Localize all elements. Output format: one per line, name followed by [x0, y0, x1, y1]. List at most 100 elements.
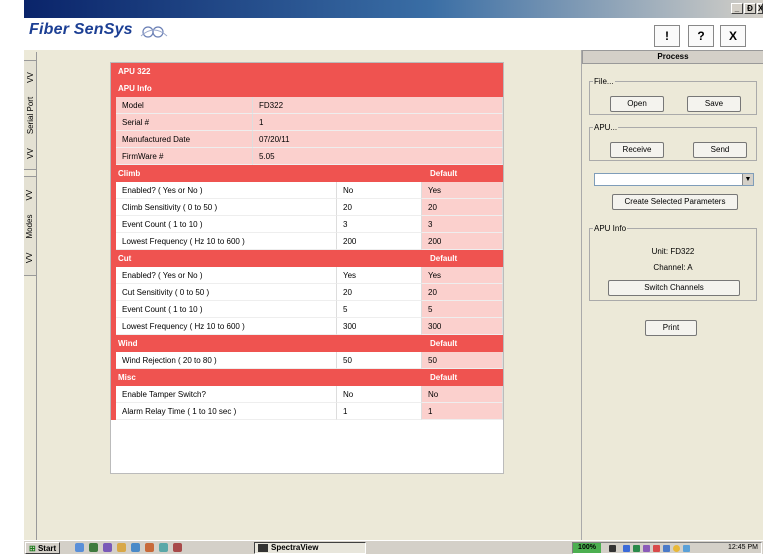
- channel-text: Channel: A: [653, 263, 693, 272]
- table-row: Cut Sensitivity ( 0 to 50 ) 20 20: [111, 284, 503, 301]
- quicklaunch-app-icon[interactable]: [145, 543, 154, 552]
- tray-icon[interactable]: [673, 545, 680, 552]
- default-header: Default: [430, 373, 458, 382]
- param-default: 300: [422, 318, 503, 335]
- info-label: Manufactured Date: [116, 131, 253, 148]
- info-value: FD322: [253, 97, 503, 114]
- serial-tab-arrows-left: VV: [25, 147, 35, 159]
- receive-button[interactable]: Receive: [610, 142, 664, 158]
- taskbar-item-label: SpectraView: [271, 543, 319, 552]
- info-value: 07/20/11: [253, 131, 503, 148]
- param-label: Lowest Frequency ( Hz 10 to 600 ): [116, 233, 337, 250]
- process-panel: Process File... Open Save APU... Receive…: [581, 50, 763, 540]
- modes-tab-arrows-right: VV: [25, 189, 35, 200]
- default-header: Default: [430, 254, 458, 263]
- param-label: Lowest Frequency ( Hz 10 to 600 ): [116, 318, 337, 335]
- quicklaunch-app-icon[interactable]: [159, 543, 168, 552]
- table-row: Enable Tamper Switch? No No: [111, 386, 503, 403]
- info-label: Model: [116, 97, 253, 114]
- info-label: FirmWare #: [116, 148, 253, 165]
- table-row: Alarm Relay Time ( 1 to 10 sec ) 1 1: [111, 403, 503, 420]
- param-value-field[interactable]: Yes: [337, 267, 422, 284]
- tray-icon[interactable]: [683, 545, 690, 552]
- save-button[interactable]: Save: [687, 96, 741, 112]
- param-value-field[interactable]: 200: [337, 233, 422, 250]
- param-value-field[interactable]: No: [337, 182, 422, 199]
- info-value: 5.05: [253, 148, 503, 165]
- param-default: 20: [422, 284, 503, 301]
- info-label: Serial #: [116, 114, 253, 131]
- taskbar-item-spectraview[interactable]: SpectraView: [254, 542, 366, 554]
- exit-button[interactable]: X: [720, 25, 746, 47]
- tab-serial-port[interactable]: VV Serial Port VV: [24, 60, 37, 170]
- tray-icon[interactable]: [653, 545, 660, 552]
- param-value-field[interactable]: 20: [337, 284, 422, 301]
- param-label: Event Count ( 1 to 10 ): [116, 216, 337, 233]
- file-group-legend: File...: [594, 77, 614, 86]
- quicklaunch-app-icon[interactable]: [89, 543, 98, 552]
- param-default: Yes: [422, 267, 503, 284]
- create-selected-parameters-button[interactable]: Create Selected Parameters: [612, 194, 738, 210]
- zoom-indicator[interactable]: 100%: [573, 543, 601, 553]
- param-label: Enable Tamper Switch?: [116, 386, 337, 403]
- parameter-grid: APU 322 APU Info Model FD322 Serial # 1 Ma…: [110, 62, 504, 474]
- info-button[interactable]: !: [654, 25, 680, 47]
- table-row: Climb Sensitivity ( 0 to 50 ) 20 20: [111, 199, 503, 216]
- chevron-down-icon[interactable]: ▼: [742, 174, 753, 185]
- app-header: Fiber SenSys ! ? X: [24, 18, 763, 50]
- tray-icon[interactable]: [633, 545, 640, 552]
- quicklaunch-app-icon[interactable]: [173, 543, 182, 552]
- param-default: Yes: [422, 182, 503, 199]
- quicklaunch-app-icon[interactable]: [103, 543, 112, 552]
- param-label: Climb Sensitivity ( 0 to 50 ): [116, 199, 337, 216]
- quicklaunch-app-icon[interactable]: [131, 543, 140, 552]
- start-button[interactable]: ⊞ Start: [25, 542, 61, 554]
- param-default: 200: [422, 233, 503, 250]
- param-value-field[interactable]: 300: [337, 318, 422, 335]
- parameter-select[interactable]: ▼: [594, 173, 754, 186]
- param-default: 3: [422, 216, 503, 233]
- param-value-field[interactable]: 50: [337, 352, 422, 369]
- open-button[interactable]: Open: [610, 96, 664, 112]
- section-title: Misc: [118, 373, 136, 382]
- quicklaunch-ie-icon[interactable]: [75, 543, 84, 552]
- param-value-field[interactable]: 5: [337, 301, 422, 318]
- modes-tab-label: Modes: [25, 213, 35, 239]
- table-row: Enabled? ( Yes or No ) No Yes: [111, 182, 503, 199]
- help-button[interactable]: ?: [688, 25, 714, 47]
- tray-icon[interactable]: [623, 545, 630, 552]
- system-tray: 100% 12:45 PM: [572, 542, 762, 554]
- param-value-field[interactable]: No: [337, 386, 422, 403]
- section-title: Climb: [118, 169, 141, 178]
- param-label: Wind Rejection ( 20 to 80 ): [116, 352, 337, 369]
- default-header: Default: [430, 339, 458, 348]
- tray-icon[interactable]: [609, 545, 616, 552]
- unit-title: APU 322: [118, 67, 151, 76]
- tab-modes[interactable]: VV Modes VV: [24, 176, 37, 276]
- param-default: 20: [422, 199, 503, 216]
- param-value-field[interactable]: 3: [337, 216, 422, 233]
- param-value-field[interactable]: 20: [337, 199, 422, 216]
- apu-info-group: APU Info Unit: FD322 Channel: A Switch C…: [589, 224, 757, 301]
- table-row: Wind Rejection ( 20 to 80 ) 50 50: [111, 352, 503, 369]
- send-button[interactable]: Send: [693, 142, 747, 158]
- tray-icon[interactable]: [663, 545, 670, 552]
- switch-channels-button[interactable]: Switch Channels: [608, 280, 740, 296]
- unit-title-row: APU 322: [111, 63, 503, 80]
- minimize-button[interactable]: _: [731, 3, 743, 14]
- info-title: APU Info: [118, 84, 152, 93]
- print-button[interactable]: Print: [645, 320, 697, 336]
- tray-icon[interactable]: [643, 545, 650, 552]
- restore-button[interactable]: Ɖ: [744, 3, 756, 14]
- serial-tab-label: Serial Port: [25, 96, 35, 134]
- param-default: 50: [422, 352, 503, 369]
- quicklaunch-folder-icon[interactable]: [117, 543, 126, 552]
- apu-group: APU... Receive Send: [589, 123, 757, 161]
- file-group: File... Open Save: [589, 77, 757, 115]
- param-label: Enabled? ( Yes or No ): [116, 267, 337, 284]
- param-default: No: [422, 386, 503, 403]
- modes-tab-arrows-left: VV: [25, 252, 35, 263]
- close-window-button[interactable]: X: [757, 3, 763, 14]
- param-value-field[interactable]: 1: [337, 403, 422, 420]
- wind-section-row: Wind Default: [111, 335, 503, 352]
